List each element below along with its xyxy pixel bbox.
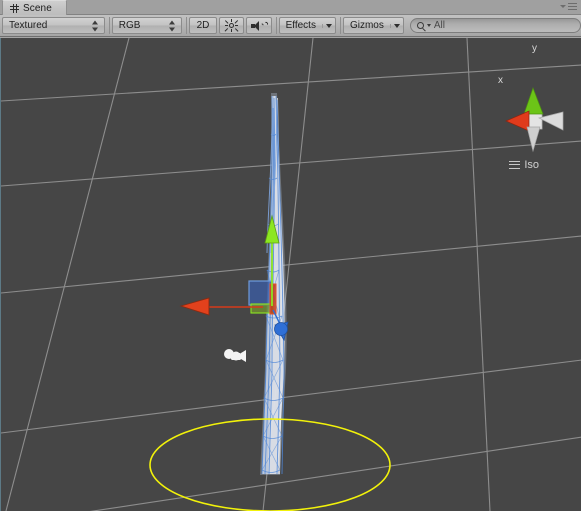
color-mode-value: RGB (118, 20, 141, 31)
color-mode-dropdown[interactable]: RGB (111, 17, 183, 34)
hamburger-icon (568, 3, 577, 10)
axis-cone-z-neg (537, 111, 564, 131)
grid-icon (10, 3, 19, 13)
gizmos-dropdown[interactable]: Gizmos (342, 17, 404, 34)
updown-arrows-icon (91, 20, 99, 31)
toggle-lighting-button[interactable] (218, 17, 245, 34)
gizmo-arrow-x (179, 297, 210, 316)
toolbar-separator (186, 17, 188, 34)
panel-menu-icon[interactable] (560, 3, 577, 10)
draw-mode-value: Textured (9, 20, 48, 31)
axis-orientation-gizmo (505, 86, 564, 153)
speaker-icon (251, 19, 270, 32)
tab-scene[interactable]: Scene (2, 0, 67, 15)
chevron-down-icon (560, 5, 566, 8)
effects-dropdown[interactable]: Effects (278, 17, 336, 34)
toolbar-separator (339, 17, 341, 34)
toggle-2d-label: 2D (196, 20, 210, 31)
camera-icon (224, 349, 246, 362)
toggle-2d-button[interactable]: 2D (189, 17, 217, 34)
axis-cone-y (523, 86, 544, 115)
gizmo-plane-yz (269, 283, 277, 315)
search-value: All (433, 20, 445, 31)
updown-arrows-icon (169, 20, 176, 31)
unity-scene-window: Scene Textured RGB 2D Effects Gizmos All… (0, 0, 581, 511)
projection-mode-label: Iso (524, 159, 539, 171)
effects-label: Effects (285, 20, 316, 31)
chevron-down-icon (321, 23, 335, 28)
sun-icon (224, 19, 238, 32)
scene-render (1, 38, 581, 511)
chevron-down-icon (426, 24, 431, 27)
scene-viewport[interactable]: y x Iso (0, 38, 581, 511)
chevron-down-icon (389, 23, 403, 28)
tab-bar: Scene (0, 0, 581, 15)
scene-toolbar: Textured RGB 2D Effects Gizmos All (0, 15, 581, 37)
toolbar-separator (108, 17, 110, 34)
axis-cone-y-neg (526, 126, 541, 153)
tab-scene-label: Scene (23, 2, 52, 14)
ground-grid (1, 38, 581, 511)
axis-cone-x (505, 110, 530, 132)
projection-mode-toggle[interactable]: Iso (509, 159, 539, 171)
hamburger-icon (509, 160, 521, 170)
toolbar-separator (275, 17, 277, 34)
search-input[interactable]: All (409, 18, 581, 33)
toggle-audio-button[interactable] (246, 17, 272, 34)
gizmos-label: Gizmos (349, 20, 384, 31)
draw-mode-dropdown[interactable]: Textured (2, 17, 105, 34)
gizmo-plane-xy (248, 280, 274, 306)
search-icon (416, 22, 424, 29)
